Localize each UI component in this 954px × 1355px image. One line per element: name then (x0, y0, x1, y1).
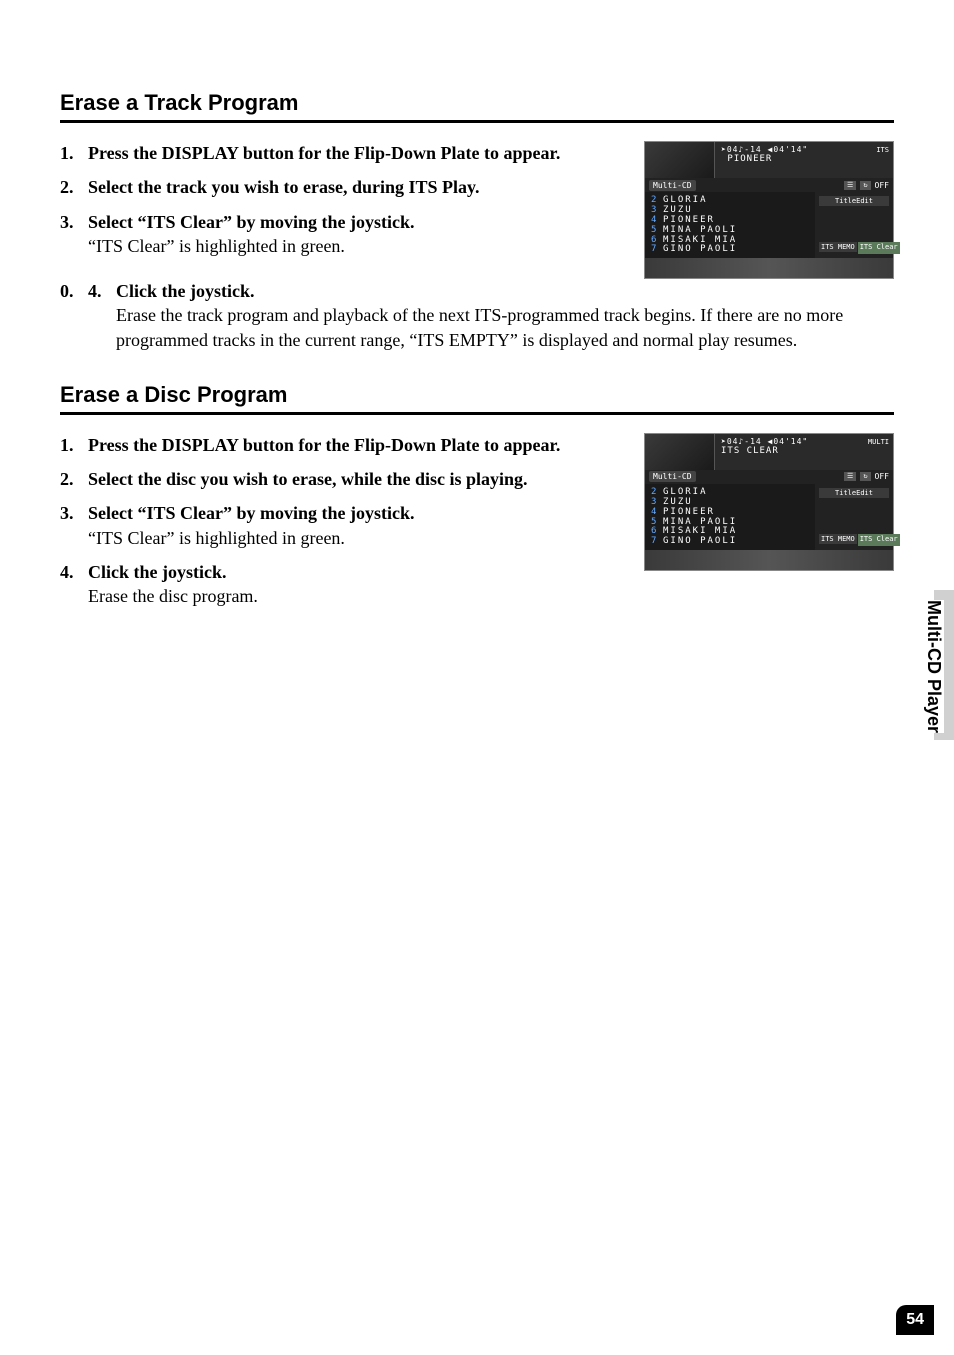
step-desc: Erase the disc program. (88, 584, 624, 608)
list-icon: ☰ (844, 472, 856, 481)
screenshot-body: 2GLORIA 3ZUZU 4PIONEER 5MINA PAOLI 6MISA… (645, 484, 893, 550)
section1-heading: Erase a Track Program (60, 90, 894, 123)
screenshot-buttons: TitleEdit ITS MEMO ITS Clear (815, 484, 893, 550)
its-memo-button: ITS MEMO (819, 534, 857, 544)
screenshot-header: ➤04♪-14 ◀04'14" ITS CLEAR MULTI (645, 434, 893, 470)
screenshot-status-line2: PIONEER (721, 154, 887, 164)
screenshot-mode-label: MULTI (868, 438, 889, 446)
section1-row: Press the DISPLAY button for the Flip-Do… (60, 141, 894, 279)
repeat-icon: ↻ (860, 472, 870, 481)
track-index: 7 (651, 245, 663, 255)
screenshot-footer (645, 550, 893, 570)
title-edit-button: TitleEdit (819, 488, 889, 498)
off-label: OFF (875, 181, 889, 190)
step-title: Click the joystick. (116, 281, 255, 301)
screenshot-status-line2: ITS CLEAR (721, 446, 887, 456)
screenshot-status-line1: ➤04♪-14 ◀04'14" (721, 145, 887, 154)
screenshot-mode-label: ITS (876, 146, 889, 154)
side-section-label: Multi-CD Player (923, 600, 944, 733)
section1-screenshot: ➤04♪-14 ◀04'14" PIONEER ITS Multi-CD ☰ ↻… (644, 141, 894, 279)
screenshot-art (645, 434, 715, 470)
step-desc: “ITS Clear” is highlighted in green. (88, 234, 624, 258)
section2-row: Press the DISPLAY button for the Flip-Do… (60, 433, 894, 619)
step-title: Select the track you wish to erase, duri… (88, 177, 480, 197)
section1-text: Press the DISPLAY button for the Flip-Do… (60, 141, 624, 268)
track-name: GINO PAOLI (663, 245, 737, 255)
screenshot-buttons: TitleEdit ITS MEMO ITS Clear (815, 192, 893, 258)
screenshot-tracklist: 2GLORIA 3ZUZU 4PIONEER 5MINA PAOLI 6MISA… (645, 484, 815, 550)
screenshot-header: ➤04♪-14 ◀04'14" PIONEER ITS (645, 142, 893, 178)
step-desc: “ITS Clear” is highlighted in green. (88, 526, 624, 550)
its-memo-button: ITS MEMO (819, 242, 857, 252)
section1-steps: Press the DISPLAY button for the Flip-Do… (60, 141, 624, 258)
screenshot-art (645, 142, 715, 178)
step-title: Click the joystick. (88, 562, 227, 582)
list-icon: ☰ (844, 181, 856, 190)
section1-steps-cont: 4. Click the joystick. Erase the track p… (60, 279, 894, 352)
section2-heading: Erase a Disc Program (60, 382, 894, 415)
repeat-icon: ↻ (860, 181, 870, 190)
page: Erase a Track Program Press the DISPLAY … (0, 0, 954, 1355)
track-name: GINO PAOLI (663, 537, 737, 547)
screenshot-bar: Multi-CD ☰ ↻ OFF (645, 178, 893, 192)
section2-screenshot: ➤04♪-14 ◀04'14" ITS CLEAR MULTI Multi-CD… (644, 433, 894, 571)
step-title: Select “ITS Clear” by moving the joystic… (88, 503, 414, 523)
step-desc: Erase the track program and playback of … (116, 303, 894, 352)
screenshot-footer (645, 258, 893, 278)
section2-steps: Press the DISPLAY button for the Flip-Do… (60, 433, 624, 609)
step-title: Press the DISPLAY button for the Flip-Do… (88, 435, 560, 455)
its-clear-button: ITS Clear (858, 534, 900, 546)
track-index: 7 (651, 537, 663, 547)
screenshot-status-line1: ➤04♪-14 ◀04'14" (721, 437, 887, 446)
page-number: 54 (896, 1305, 934, 1335)
step-title: Press the DISPLAY button for the Flip-Do… (88, 143, 560, 163)
step-title: Select the disc you wish to erase, while… (88, 469, 528, 489)
screenshot-body: 2GLORIA 3ZUZU 4PIONEER 5MINA PAOLI 6MISA… (645, 192, 893, 258)
its-clear-button: ITS Clear (858, 242, 900, 254)
off-label: OFF (875, 472, 889, 481)
title-edit-button: TitleEdit (819, 196, 889, 206)
screenshot-bar: Multi-CD ☰ ↻ OFF (645, 470, 893, 484)
screenshot-source-label: Multi-CD (649, 180, 696, 191)
screenshot-source-label: Multi-CD (649, 471, 696, 482)
step-title: Select “ITS Clear” by moving the joystic… (88, 212, 414, 232)
section2-text: Press the DISPLAY button for the Flip-Do… (60, 433, 624, 619)
screenshot-tracklist: 2GLORIA 3ZUZU 4PIONEER 5MINA PAOLI 6MISA… (645, 192, 815, 258)
